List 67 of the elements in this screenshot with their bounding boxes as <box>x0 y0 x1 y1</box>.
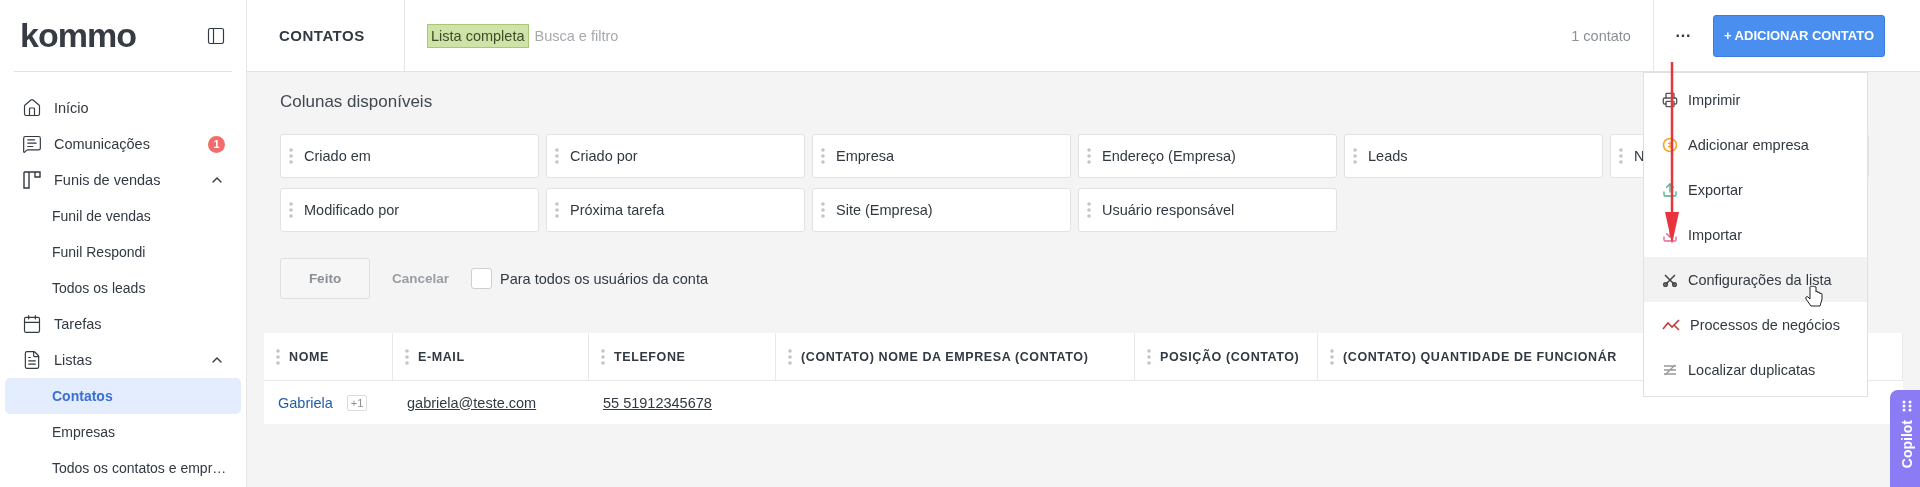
notification-badge: 1 <box>208 135 225 153</box>
column-header[interactable]: TELEFONE <box>589 333 776 380</box>
drag-handle-icon[interactable] <box>1619 148 1623 164</box>
page-title: CONTATOS <box>247 0 405 71</box>
trend-icon <box>1662 317 1680 332</box>
drag-handle-icon[interactable] <box>788 348 792 365</box>
column-header[interactable]: POSIÇÃO (CONTATO) <box>1135 333 1318 380</box>
column-chip[interactable]: Próxima tarefa <box>546 188 805 232</box>
column-chip[interactable]: Criado por <box>546 134 805 178</box>
home-icon <box>22 98 42 118</box>
sidebar-subitem[interactable]: Funil de vendas <box>5 198 241 234</box>
drag-handle-icon[interactable] <box>1087 148 1091 164</box>
contact-name-link[interactable]: Gabriela <box>278 394 333 411</box>
coin-icon <box>1662 136 1678 153</box>
sidebar-subitem[interactable]: Contatos <box>5 378 241 414</box>
drag-handle-icon[interactable] <box>555 202 559 218</box>
sidebar-subitem[interactable]: Todos os leads <box>5 270 241 306</box>
sidebar-item[interactable]: Funis de vendas <box>5 162 241 198</box>
menu-item[interactable]: Configurações da lista <box>1644 257 1867 302</box>
drag-handle-icon[interactable] <box>276 348 280 365</box>
column-chip[interactable]: Endereço (Empresa) <box>1078 134 1337 178</box>
sidebar-item[interactable]: Listas <box>5 342 241 378</box>
sidebar-toggle-icon[interactable] <box>206 25 226 46</box>
sidebar-item[interactable]: Tarefas <box>5 306 241 342</box>
drag-handle-icon[interactable] <box>1330 348 1334 365</box>
grip-icon <box>1902 400 1912 412</box>
column-chip[interactable]: Usuário responsável <box>1078 188 1337 232</box>
contact-count: 1 contato <box>1571 27 1632 44</box>
extra-count-tag: +1 <box>346 394 368 411</box>
duplicate-icon <box>1662 362 1678 377</box>
checkbox-label: Para todos os usuários da conta <box>500 270 708 287</box>
drag-handle-icon[interactable] <box>821 148 825 164</box>
column-chip[interactable]: Criado em <box>280 134 539 178</box>
sidebar-subitem[interactable]: Funil Respondi <box>5 234 241 270</box>
column-header[interactable]: E-MAIL <box>393 333 589 380</box>
drag-handle-icon[interactable] <box>821 202 825 218</box>
phone-link[interactable]: 55 51912345678 <box>603 394 712 411</box>
email-link[interactable]: gabriela@teste.com <box>407 394 537 411</box>
column-header[interactable]: NOME <box>264 333 393 380</box>
drag-handle-icon[interactable] <box>289 148 293 164</box>
chat-icon <box>22 134 42 154</box>
calendar-icon <box>22 314 42 334</box>
printer-icon <box>1662 91 1678 108</box>
sidebar-item[interactable]: Início <box>5 90 241 126</box>
drag-handle-icon[interactable] <box>1353 148 1357 164</box>
checkbox[interactable] <box>471 268 493 289</box>
sidebar-subitem[interactable]: Empresas <box>5 414 241 450</box>
drag-handle-icon[interactable] <box>289 202 293 218</box>
board-icon <box>22 170 42 190</box>
drag-handle-icon[interactable] <box>601 348 605 365</box>
drag-handle-icon[interactable] <box>1147 348 1151 365</box>
column-chip[interactable]: Empresa <box>812 134 1071 178</box>
hand-cursor-icon <box>1805 285 1823 309</box>
column-header[interactable]: (CONTATO) NOME DA EMPRESA (CONTATO) <box>776 333 1135 380</box>
drag-handle-icon[interactable] <box>405 348 409 365</box>
column-chip[interactable]: Site (Empresa) <box>812 188 1071 232</box>
filter-tag[interactable]: Lista completa <box>427 23 529 48</box>
logo: kommo <box>20 16 136 55</box>
column-chip[interactable]: Leads <box>1344 134 1603 178</box>
sidebar-subitem[interactable]: Todos os contatos e empr… <box>5 450 241 486</box>
document-icon <box>22 350 42 370</box>
drag-handle-icon[interactable] <box>555 148 559 164</box>
sidebar-item[interactable]: Comunicações 1 <box>5 126 241 162</box>
column-chip[interactable]: Modificado por <box>280 188 539 232</box>
panel-title: Colunas disponíveis <box>279 92 433 113</box>
drag-handle-icon[interactable] <box>1087 202 1091 218</box>
upload-icon <box>1662 181 1678 198</box>
